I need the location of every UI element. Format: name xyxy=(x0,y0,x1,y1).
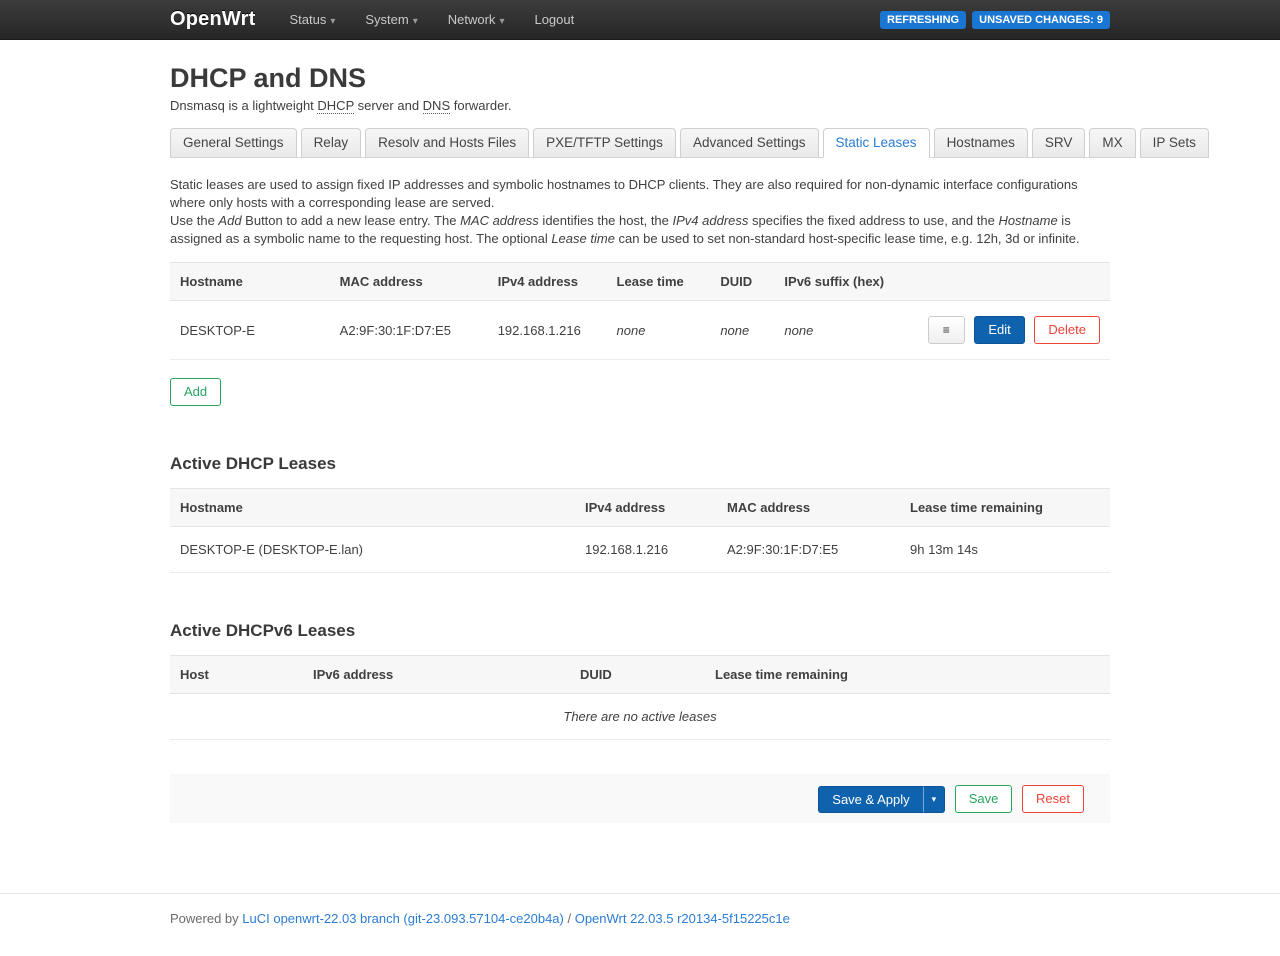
delete-button[interactable]: Delete xyxy=(1034,316,1100,344)
no-active-leases-message: There are no active leases xyxy=(170,694,1110,740)
lease-hostname: DESKTOP-E xyxy=(170,301,330,360)
page-title: DHCP and DNS xyxy=(170,63,1110,94)
footer: Powered by LuCI openwrt-22.03 branch (gi… xyxy=(170,894,1110,956)
reset-button[interactable]: Reset xyxy=(1022,785,1084,813)
col-mac-address: MAC address xyxy=(717,489,900,527)
col-ipv4-address: IPv4 address xyxy=(488,263,607,301)
col-lease-time-remaining: Lease time remaining xyxy=(900,489,1110,527)
save-apply-split-button: Save & Apply ▾ xyxy=(818,786,945,813)
col-host: Host xyxy=(170,656,303,694)
description-text: identifies the host, the xyxy=(539,213,673,228)
active-dhcp-leases-title: Active DHCP Leases xyxy=(170,454,1110,474)
col-ipv6-suffix: IPv6 suffix (hex) xyxy=(774,263,917,301)
description-term: Add xyxy=(218,213,241,228)
openwrt-brand: OpenWrt xyxy=(170,8,255,31)
top-navbar: OpenWrt Status▾ System▾ Network▾ Logout … xyxy=(0,0,1280,40)
col-ipv4-address: IPv4 address xyxy=(575,489,717,527)
active-dhcpv6-leases-title: Active DHCPv6 Leases xyxy=(170,621,1110,641)
subtitle-text: server and xyxy=(354,98,423,113)
nav-logout[interactable]: Logout xyxy=(534,12,574,27)
description-paragraph-1: Static leases are used to assign fixed I… xyxy=(170,176,1110,212)
tab-mx[interactable]: MX xyxy=(1089,128,1135,158)
tab-ip-sets[interactable]: IP Sets xyxy=(1140,128,1209,158)
refreshing-badge[interactable]: REFRESHING xyxy=(880,11,966,29)
description-text: specifies the fixed address to use, and … xyxy=(748,213,998,228)
col-ipv6-address: IPv6 address xyxy=(303,656,570,694)
luci-version-link[interactable]: LuCI openwrt-22.03 branch (git-23.093.57… xyxy=(242,911,564,926)
nav-system[interactable]: System▾ xyxy=(365,12,417,27)
nav-network[interactable]: Network▾ xyxy=(448,12,505,27)
powered-by-text: Powered by xyxy=(170,911,242,926)
subtitle-text: Dnsmasq is a lightweight xyxy=(170,98,317,113)
subtitle-text: forwarder. xyxy=(450,98,511,113)
static-leases-description: Static leases are used to assign fixed I… xyxy=(170,176,1110,248)
description-text: Button to add a new lease entry. The xyxy=(242,213,461,228)
save-button[interactable]: Save xyxy=(955,785,1013,813)
description-term: MAC address xyxy=(460,213,539,228)
caret-down-icon: ▾ xyxy=(330,16,335,27)
col-lease-time: Lease time xyxy=(607,263,711,301)
tab-advanced-settings[interactable]: Advanced Settings xyxy=(680,128,819,158)
unsaved-changes-badge[interactable]: UNSAVED CHANGES: 9 xyxy=(972,11,1110,29)
lease-ipv4: 192.168.1.216 xyxy=(488,301,607,360)
dhcp-abbr: DHCP xyxy=(317,98,354,114)
col-duid: DUID xyxy=(570,656,705,694)
empty-leases-row: There are no active leases xyxy=(170,694,1110,740)
tab-general-settings[interactable]: General Settings xyxy=(170,128,297,158)
active-dhcp-leases-table: Hostname IPv4 address MAC address Lease … xyxy=(170,488,1110,573)
description-paragraph-2: Use the Add Button to add a new lease en… xyxy=(170,212,1110,248)
row-menu-button[interactable]: ≡ xyxy=(928,316,965,344)
lease-duid: none xyxy=(710,301,774,360)
save-apply-dropdown-button[interactable]: ▾ xyxy=(923,786,946,813)
description-text: can be used to set non-standard host-spe… xyxy=(615,231,1080,246)
dhcpv6-leases-header-row: Host IPv6 address DUID Lease time remain… xyxy=(170,656,1110,694)
description-term: IPv4 address xyxy=(673,213,749,228)
col-duid: DUID xyxy=(710,263,774,301)
add-button[interactable]: Add xyxy=(170,378,221,406)
static-leases-header-row: Hostname MAC address IPv4 address Lease … xyxy=(170,263,1110,301)
dns-abbr: DNS xyxy=(423,98,450,114)
static-leases-table: Hostname MAC address IPv4 address Lease … xyxy=(170,262,1110,360)
col-hostname: Hostname xyxy=(170,489,575,527)
tab-hostnames[interactable]: Hostnames xyxy=(934,128,1028,158)
save-action-bar: Save & Apply ▾ Save Reset xyxy=(170,774,1110,823)
tab-resolv-hosts-files[interactable]: Resolv and Hosts Files xyxy=(365,128,529,158)
caret-down-icon: ▾ xyxy=(499,16,504,27)
dhcp-leases-header-row: Hostname IPv4 address MAC address Lease … xyxy=(170,489,1110,527)
dhcp-lease-row: DESKTOP-E (DESKTOP-E.lan) 192.168.1.216 … xyxy=(170,527,1110,573)
col-mac-address: MAC address xyxy=(330,263,488,301)
lease-mac: A2:9F:30:1F:D7:E5 xyxy=(330,301,488,360)
col-actions xyxy=(918,263,1110,301)
tab-relay[interactable]: Relay xyxy=(301,128,362,158)
page-subtitle: Dnsmasq is a lightweight DHCP server and… xyxy=(170,98,1110,113)
tab-pxe-tftp-settings[interactable]: PXE/TFTP Settings xyxy=(533,128,676,158)
lease-mac: A2:9F:30:1F:D7:E5 xyxy=(717,527,900,573)
active-dhcpv6-leases-table: Host IPv6 address DUID Lease time remain… xyxy=(170,655,1110,740)
static-lease-row: DESKTOP-E A2:9F:30:1F:D7:E5 192.168.1.21… xyxy=(170,301,1110,360)
caret-down-icon: ▾ xyxy=(932,794,937,805)
footer-separator: / xyxy=(564,911,575,926)
save-apply-button[interactable]: Save & Apply xyxy=(818,786,922,813)
lease-ipv6-suffix: none xyxy=(774,301,917,360)
settings-tab-bar: General Settings Relay Resolv and Hosts … xyxy=(170,127,1110,158)
edit-button[interactable]: Edit xyxy=(974,316,1024,344)
col-lease-time-remaining: Lease time remaining xyxy=(705,656,1110,694)
tab-srv[interactable]: SRV xyxy=(1032,128,1086,158)
description-term: Hostname xyxy=(998,213,1057,228)
lease-remaining: 9h 13m 14s xyxy=(900,527,1110,573)
menu-icon: ≡ xyxy=(943,323,950,337)
nav-status[interactable]: Status▾ xyxy=(289,12,335,27)
lease-ipv4: 192.168.1.216 xyxy=(575,527,717,573)
caret-down-icon: ▾ xyxy=(413,16,418,27)
col-hostname: Hostname xyxy=(170,263,330,301)
openwrt-version-link[interactable]: OpenWrt 22.03.5 r20134-5f15225c1e xyxy=(575,911,790,926)
description-text: Use the xyxy=(170,213,218,228)
lease-hostname: DESKTOP-E (DESKTOP-E.lan) xyxy=(170,527,575,573)
description-term: Lease time xyxy=(551,231,615,246)
tab-static-leases[interactable]: Static Leases xyxy=(823,128,930,158)
lease-time: none xyxy=(607,301,711,360)
